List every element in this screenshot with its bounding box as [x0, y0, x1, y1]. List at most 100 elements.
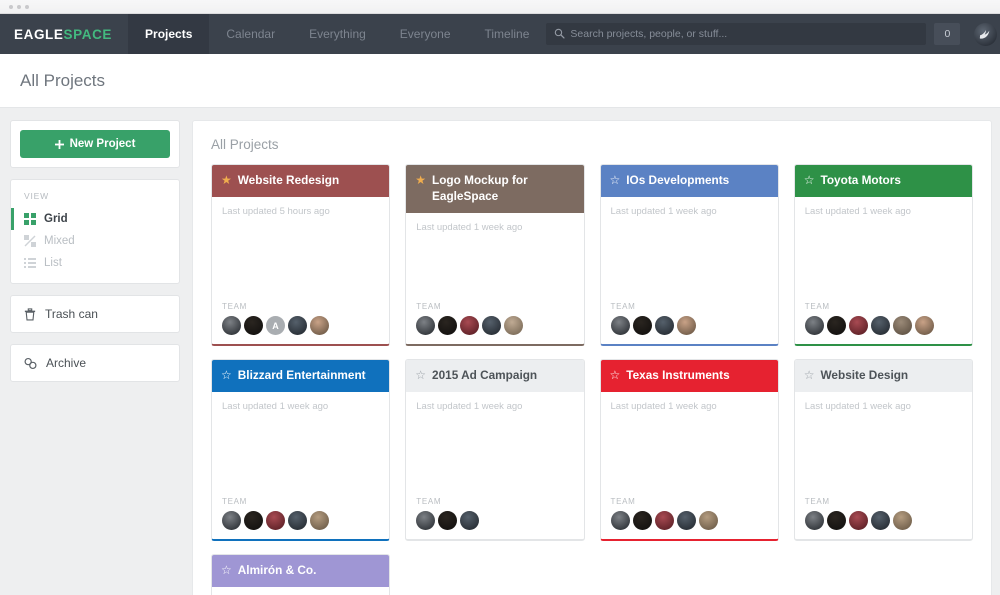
team-avatar[interactable]: [698, 511, 718, 530]
project-title: Texas Instruments: [626, 368, 730, 382]
user-menu[interactable]: Tom ▾: [968, 22, 1000, 46]
team-avatar[interactable]: [826, 316, 846, 335]
team-avatar[interactable]: [438, 316, 458, 335]
team-avatar[interactable]: [416, 316, 436, 335]
new-project-card: New Project: [10, 120, 180, 168]
team-avatar[interactable]: [632, 511, 652, 530]
team-avatar[interactable]: [504, 316, 524, 335]
nav-item-everyone[interactable]: Everyone: [383, 14, 468, 54]
section-label: All Projects: [211, 137, 279, 152]
sidebar-item-trash-can[interactable]: Trash can: [11, 296, 179, 332]
team-avatars: [222, 511, 379, 530]
team-avatar[interactable]: [870, 316, 890, 335]
team-avatar[interactable]: [654, 511, 674, 530]
sidebar: New Project VIEW Grid Mixed List Trash c…: [10, 120, 180, 595]
search-input[interactable]: [570, 28, 927, 40]
team-label: TEAM: [222, 302, 248, 311]
project-card-body: Last updated 1 week ago: [795, 197, 972, 302]
team-avatar[interactable]: [804, 316, 824, 335]
trash-can-card[interactable]: Trash can: [10, 295, 180, 333]
team-avatar[interactable]: [892, 316, 912, 335]
team-avatar[interactable]: [438, 511, 458, 530]
page-header: All Projects: [0, 54, 1000, 108]
team-label: TEAM: [804, 302, 830, 311]
team-avatar[interactable]: [288, 316, 307, 335]
team-avatar[interactable]: [870, 511, 890, 530]
team-label: TEAM: [416, 497, 442, 506]
window-dot-maximize[interactable]: [25, 4, 29, 9]
team-avatar[interactable]: [266, 511, 285, 530]
star-filled-icon[interactable]: ★: [221, 173, 232, 188]
window-controls[interactable]: [9, 4, 29, 9]
nav-item-everything[interactable]: Everything: [292, 14, 383, 54]
sidebar-view-list[interactable]: List: [11, 252, 179, 274]
star-outline-icon[interactable]: ☆: [221, 563, 232, 578]
nav-item-timeline[interactable]: Timeline: [468, 14, 547, 54]
team-avatar[interactable]: [416, 511, 436, 530]
team-avatar[interactable]: [610, 511, 630, 530]
team-avatar[interactable]: [676, 316, 696, 335]
team-avatar[interactable]: [482, 316, 502, 335]
team-avatar[interactable]: [848, 316, 868, 335]
window-dot-minimize[interactable]: [17, 4, 21, 9]
project-card[interactable]: ☆ Website Design Last updated 1 week ago TE…: [793, 359, 973, 541]
team-avatar[interactable]: [632, 316, 652, 335]
project-card[interactable]: ★ Logo Mockup for EagleSpace Last updated …: [405, 164, 585, 346]
nav-item-projects[interactable]: Projects: [128, 14, 210, 54]
trash-icon: [24, 307, 36, 321]
project-card-header: ☆ Texas Instruments: [600, 360, 778, 392]
team-avatar[interactable]: [892, 511, 912, 530]
nav-item-calendar[interactable]: Calendar: [209, 14, 292, 54]
star-outline-icon[interactable]: ☆: [610, 173, 621, 188]
grid-icon: [24, 213, 36, 225]
sidebar-view-grid[interactable]: Grid: [11, 208, 179, 230]
notification-badge[interactable]: 0: [934, 23, 961, 45]
sidebar-item-archive[interactable]: Archive: [11, 345, 179, 381]
team-avatar[interactable]: [244, 511, 263, 530]
team-avatar[interactable]: [826, 511, 846, 530]
team-avatar[interactable]: A: [266, 316, 285, 335]
team-avatar[interactable]: [460, 316, 480, 335]
project-team: TEAM: [795, 497, 972, 539]
search-box[interactable]: [546, 23, 927, 45]
team-avatar[interactable]: [310, 511, 329, 530]
team-avatar[interactable]: [804, 511, 824, 530]
project-card[interactable]: ★ Website Redesign Last updated 5 hours ag…: [211, 164, 391, 346]
team-avatar[interactable]: [310, 316, 329, 335]
new-project-button[interactable]: New Project: [20, 130, 170, 158]
star-outline-icon[interactable]: ☆: [610, 368, 621, 383]
star-outline-icon[interactable]: ☆: [415, 368, 426, 383]
window-dot-close[interactable]: [9, 4, 13, 9]
star-outline-icon[interactable]: ☆: [804, 368, 815, 383]
project-card[interactable]: ☆ IOs Developments Last updated 1 week ago…: [599, 164, 779, 346]
project-title: Website Design: [820, 368, 909, 382]
star-outline-icon[interactable]: ☆: [804, 173, 815, 188]
team-avatar[interactable]: [848, 511, 868, 530]
team-avatar[interactable]: [222, 511, 241, 530]
star-outline-icon[interactable]: ☆: [221, 368, 232, 383]
mixed-icon: [24, 235, 36, 247]
project-card[interactable]: ☆ Blizzard Entertainment Last updated 1 we…: [211, 359, 391, 541]
archive-card[interactable]: Archive: [10, 344, 180, 382]
team-avatar[interactable]: [288, 511, 307, 530]
project-card-body: [212, 587, 389, 595]
sidebar-view-label: List: [44, 257, 62, 269]
project-title: Website Redesign: [237, 173, 340, 187]
project-card[interactable]: ☆ Texas Instruments Last updated 1 week ag…: [599, 359, 779, 541]
project-card[interactable]: ☆ Almirón & Co.: [211, 554, 391, 595]
team-avatar[interactable]: [914, 316, 934, 335]
team-avatar[interactable]: [610, 316, 630, 335]
team-avatar[interactable]: [460, 511, 480, 530]
team-avatar[interactable]: [244, 316, 263, 335]
brand-logo[interactable]: EAGLE SPACE: [0, 14, 128, 54]
project-card[interactable]: ☆ 2015 Ad Campaign Last updated 1 week ago…: [405, 359, 585, 541]
project-card[interactable]: ☆ Toyota Motors Last updated 1 week ago TEA…: [793, 164, 973, 346]
project-card-body: Last updated 1 week ago: [601, 197, 778, 302]
team-avatar[interactable]: [222, 316, 241, 335]
project-team: TEAM: [601, 302, 778, 344]
team-avatar[interactable]: [654, 316, 674, 335]
team-avatar[interactable]: [676, 511, 696, 530]
team-label: TEAM: [610, 302, 636, 311]
star-filled-icon[interactable]: ★: [415, 173, 426, 188]
sidebar-view-mixed[interactable]: Mixed: [11, 230, 179, 252]
